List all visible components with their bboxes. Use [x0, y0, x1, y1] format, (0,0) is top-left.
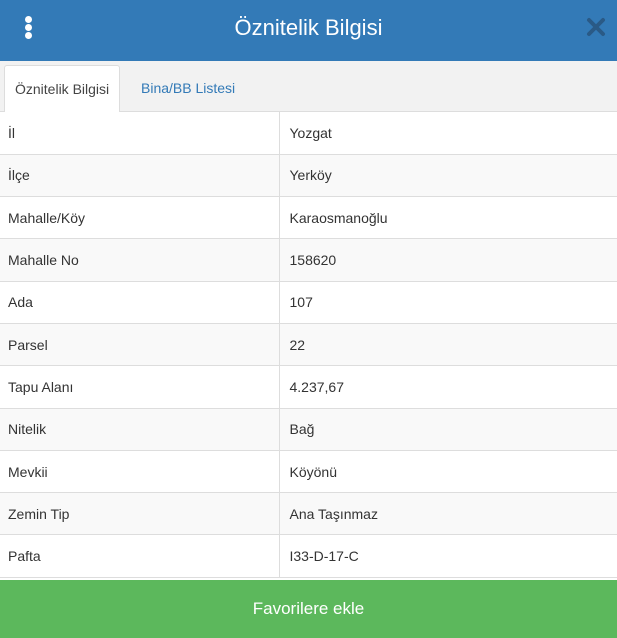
attribute-key: Nitelik	[0, 408, 280, 451]
table-row: İl Yozgat	[0, 112, 617, 155]
table-row: Pafta I33-D-17-C	[0, 534, 617, 578]
table-row: Zemin Tip Ana Taşınmaz	[0, 492, 617, 536]
attribute-key: Tapu Alanı	[0, 365, 280, 409]
attribute-value: Bağ	[279, 408, 617, 451]
attribute-value: I33-D-17-C	[279, 534, 617, 578]
table-row: Mahalle No 158620	[0, 238, 617, 282]
table-row: Ada 107	[0, 281, 617, 324]
table-row: Tapu Alanı 4.237,67	[0, 365, 617, 409]
attribute-key: Parsel	[0, 323, 280, 367]
attribute-value: 158620	[279, 238, 617, 282]
attribute-value: 4.237,67	[279, 365, 617, 409]
attribute-value: Yozgat	[279, 112, 617, 155]
attribute-key: Pafta	[0, 534, 280, 578]
tab-building-list[interactable]: Bina/BB Listesi	[131, 65, 245, 112]
attribute-value: 22	[279, 323, 617, 367]
attribute-value: Köyönü	[279, 450, 617, 494]
panel-title: Öznitelik Bilgisi	[234, 15, 383, 40]
table-row: Mahalle/Köy Karaosmanoğlu	[0, 196, 617, 240]
attribute-key: Mahalle/Köy	[0, 196, 280, 240]
attribute-key: İlçe	[0, 154, 280, 198]
tab-bar: Öznitelik Bilgisi Bina/BB Listesi	[0, 61, 617, 113]
attribute-panel: Öznitelik Bilgisi Öznitelik Bilgisi Bina…	[0, 0, 617, 638]
attribute-value: Yerköy	[279, 154, 617, 198]
panel-header: Öznitelik Bilgisi	[0, 0, 617, 61]
tab-attribute-info[interactable]: Öznitelik Bilgisi	[4, 65, 121, 113]
attribute-key: Mahalle No	[0, 238, 280, 282]
attribute-key: Zemin Tip	[0, 492, 280, 536]
attribute-key: Ada	[0, 281, 280, 324]
attribute-key: Mevkii	[0, 450, 280, 494]
table-row: Parsel 22	[0, 323, 617, 367]
attribute-table: İl Yozgat İlçe Yerköy Mahalle/Köy Karaos…	[0, 112, 617, 578]
table-row: Nitelik Bağ	[0, 408, 617, 451]
close-icon-svg	[587, 18, 605, 36]
attribute-key: İl	[0, 112, 280, 155]
attribute-value: Ana Taşınmaz	[279, 492, 617, 536]
table-row: Mevkii Köyönü	[0, 450, 617, 494]
attribute-value: 107	[279, 281, 617, 324]
attribute-value: Karaosmanoğlu	[279, 196, 617, 240]
add-to-favorites-button[interactable]: Favorilere ekle	[0, 580, 617, 638]
close-icon[interactable]	[585, 16, 607, 38]
table-row: İlçe Yerköy	[0, 154, 617, 198]
